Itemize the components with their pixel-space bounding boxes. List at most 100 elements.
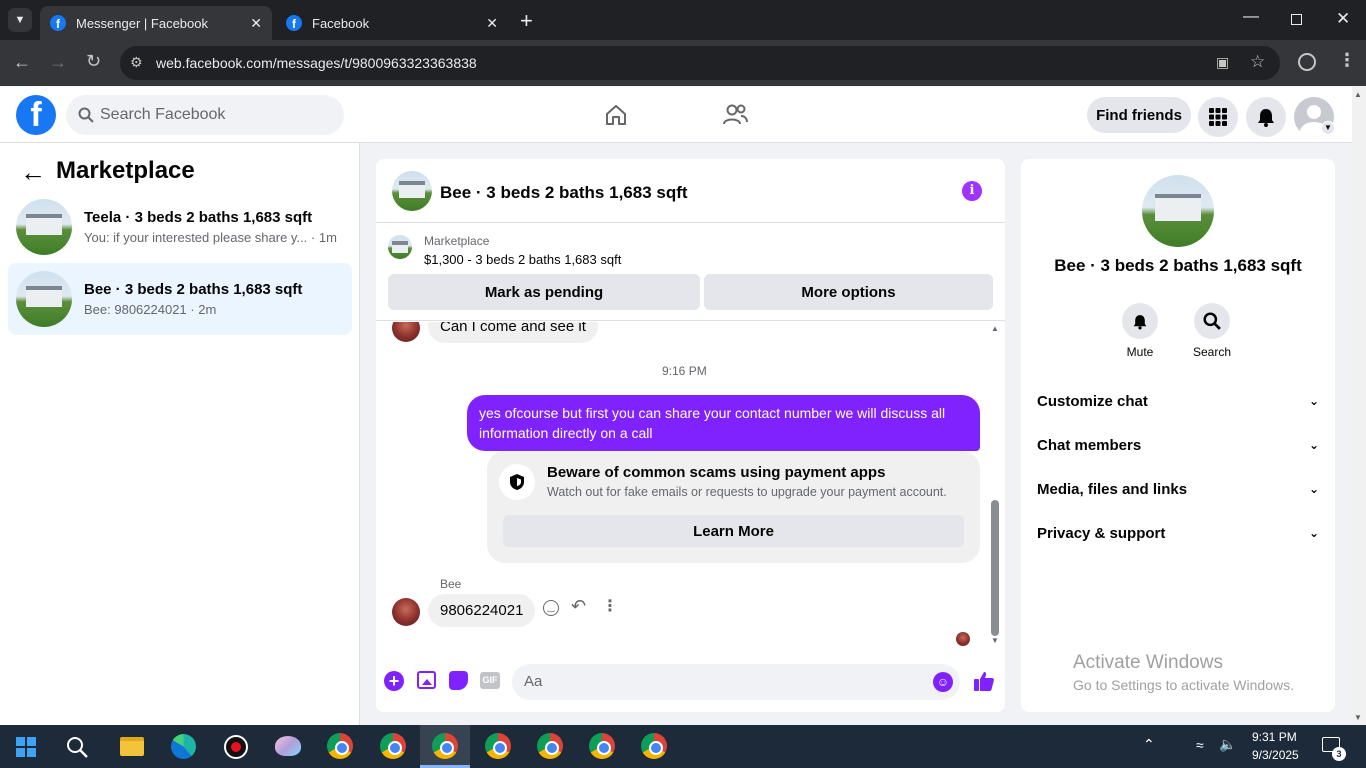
minimize-button[interactable]: —	[1243, 8, 1259, 26]
message-input[interactable]: Aa	[512, 664, 960, 700]
account-chevron-icon[interactable]: ▼	[1321, 121, 1335, 135]
facebook-header: f Search Facebook Find friends ▼	[0, 87, 1352, 143]
scroll-down-icon[interactable]: ▼	[991, 636, 999, 645]
notification-count-badge: 3	[1332, 747, 1346, 761]
chrome-profile-icon[interactable]	[432, 733, 460, 761]
chrome-profile-c-icon[interactable]	[380, 733, 408, 761]
notifications-button[interactable]	[1246, 97, 1286, 137]
restore-button[interactable]	[1291, 14, 1302, 25]
page-scroll-down-icon[interactable]: ▼	[1354, 713, 1362, 722]
grid-menu-icon	[1209, 108, 1227, 126]
listing-detail[interactable]: $1,300 - 3 beds 2 baths 1,683 sqft	[424, 252, 621, 267]
search-facebook-input[interactable]: Search Facebook	[66, 95, 344, 135]
file-explorer-icon[interactable]	[120, 737, 144, 756]
sender-avatar[interactable]	[392, 598, 420, 626]
listing-thumbnail	[16, 199, 72, 255]
browser-menu-icon[interactable]: ⋮	[1338, 50, 1356, 71]
more-options-label: More options	[801, 283, 896, 301]
network-icon[interactable]: ≈	[1196, 737, 1204, 753]
info-icon[interactable]: i	[962, 181, 982, 201]
close-tab-icon[interactable]: ✕	[250, 15, 262, 32]
back-icon[interactable]: ←	[13, 52, 31, 73]
gif-icon[interactable]: GIF	[480, 672, 500, 689]
new-tab-button[interactable]: +	[520, 8, 533, 34]
react-icon[interactable]: ‿	[543, 600, 559, 616]
more-actions-icon[interactable]: ⋮	[602, 596, 618, 616]
close-tab-icon[interactable]: ✕	[486, 15, 498, 32]
chat-listing-avatar[interactable]	[392, 171, 432, 211]
reload-icon[interactable]: ↻	[86, 51, 101, 72]
bell-icon	[1258, 109, 1274, 127]
scroll-thumb[interactable]	[991, 500, 999, 636]
listing-label: Marketplace	[424, 234, 490, 248]
conversation-item-selected[interactable]: Bee · 3 beds 2 baths 1,683 sqft Bee: 980…	[8, 263, 352, 335]
tab-search-dropdown[interactable]: ▼	[8, 8, 32, 32]
sender-avatar[interactable]	[392, 322, 420, 342]
search-conversation-button[interactable]: Search	[1190, 303, 1234, 359]
tab-messenger[interactable]: f Messenger | Facebook ✕	[40, 6, 272, 40]
more-options-button[interactable]: More options	[704, 274, 993, 310]
details-listing-avatar[interactable]	[1142, 175, 1214, 247]
bookmark-star-icon[interactable]: ☆	[1250, 52, 1265, 72]
listing-thumbnail	[16, 271, 72, 327]
mark-as-pending-button[interactable]: Mark as pending	[388, 274, 700, 310]
address-bar[interactable]: ⚙ web.facebook.com/messages/t/9800963323…	[120, 46, 1280, 80]
show-hidden-icons-chevron-icon[interactable]: ⌃	[1143, 736, 1155, 753]
outgoing-message[interactable]: yes ofcourse but first you can share you…	[467, 395, 980, 451]
site-info-icon[interactable]: ⚙	[130, 54, 143, 71]
find-friends-button[interactable]: Find friends	[1087, 97, 1191, 133]
chrome-profile-icon[interactable]	[589, 733, 617, 761]
activation-watermark-subtitle: Go to Settings to activate Windows.	[1073, 677, 1294, 693]
incoming-message[interactable]: 9806224021	[428, 594, 536, 627]
scroll-up-icon[interactable]: ▲	[991, 324, 999, 333]
section-label: Privacy & support	[1037, 524, 1166, 542]
listing-small-thumbnail[interactable]	[388, 235, 412, 259]
chrome-profile-icon[interactable]	[641, 733, 669, 761]
back-arrow-icon[interactable]: ←	[20, 157, 46, 188]
reply-icon[interactable]: ↶	[571, 596, 586, 617]
warning-title: Beware of common scams using payment app…	[547, 464, 886, 481]
thumbs-up-icon[interactable]	[973, 670, 995, 692]
conversation-title: Bee · 3 beds 2 baths 1,683 sqft	[84, 281, 303, 298]
customize-chat-section[interactable]: Customize chat ⌄	[1037, 381, 1319, 421]
learn-more-button[interactable]: Learn More	[503, 515, 964, 547]
menu-button[interactable]	[1198, 97, 1238, 137]
chat-members-section[interactable]: Chat members ⌄	[1037, 425, 1319, 465]
conversation-item[interactable]: Teela · 3 beds 2 baths 1,683 sqft You: i…	[8, 191, 352, 263]
tab-facebook[interactable]: f Facebook ✕	[276, 6, 508, 40]
photo-icon[interactable]	[417, 671, 436, 689]
mute-button[interactable]: Mute	[1120, 303, 1160, 359]
chevron-down-icon: ⌄	[1308, 394, 1319, 408]
conversation-list-panel: ← Marketplace Teela · 3 beds 2 baths 1,6…	[0, 143, 360, 725]
mute-bell-icon	[1122, 303, 1158, 339]
taskbar-clock-date[interactable]: 9/3/2025	[1252, 748, 1299, 762]
chrome-profile-icon[interactable]	[537, 733, 565, 761]
privacy-support-section[interactable]: Privacy & support ⌄	[1037, 513, 1319, 553]
install-app-icon[interactable]: ▣	[1216, 54, 1229, 71]
chat-title[interactable]: Bee · 3 beds 2 baths 1,683 sqft	[440, 183, 688, 203]
warning-body: Watch out for fake emails or requests to…	[547, 485, 947, 499]
page-scroll-up-icon[interactable]: ▲	[1354, 90, 1362, 99]
incoming-message[interactable]: Can I come and see it	[428, 322, 598, 343]
media-files-section[interactable]: Media, files and links ⌄	[1037, 469, 1319, 509]
emoji-icon[interactable]: ☺	[933, 672, 953, 692]
chat-scrollbar[interactable]: ▲ ▼	[990, 322, 1000, 648]
chrome-profile-icon[interactable]	[485, 733, 513, 761]
forward-icon[interactable]: →	[49, 52, 67, 73]
taskbar-search-icon[interactable]	[65, 735, 89, 759]
sticker-icon[interactable]	[449, 671, 468, 690]
volume-icon[interactable]: 🔈	[1219, 736, 1236, 753]
plus-icon[interactable]: +	[384, 671, 404, 691]
home-icon[interactable]	[604, 103, 628, 127]
page-scrollbar[interactable]	[1352, 87, 1366, 725]
windows-start-icon[interactable]	[16, 737, 36, 757]
edge-icon[interactable]	[171, 734, 196, 759]
recorder-icon[interactable]	[224, 735, 248, 759]
chrome-icon[interactable]	[327, 733, 355, 761]
facebook-logo-icon[interactable]: f	[16, 95, 56, 135]
friends-icon[interactable]	[722, 103, 748, 127]
close-window-button[interactable]: ✕	[1336, 9, 1350, 29]
paint-icon[interactable]	[275, 736, 301, 756]
profile-icon[interactable]	[1298, 53, 1316, 71]
taskbar-clock-time[interactable]: 9:31 PM	[1252, 730, 1297, 744]
